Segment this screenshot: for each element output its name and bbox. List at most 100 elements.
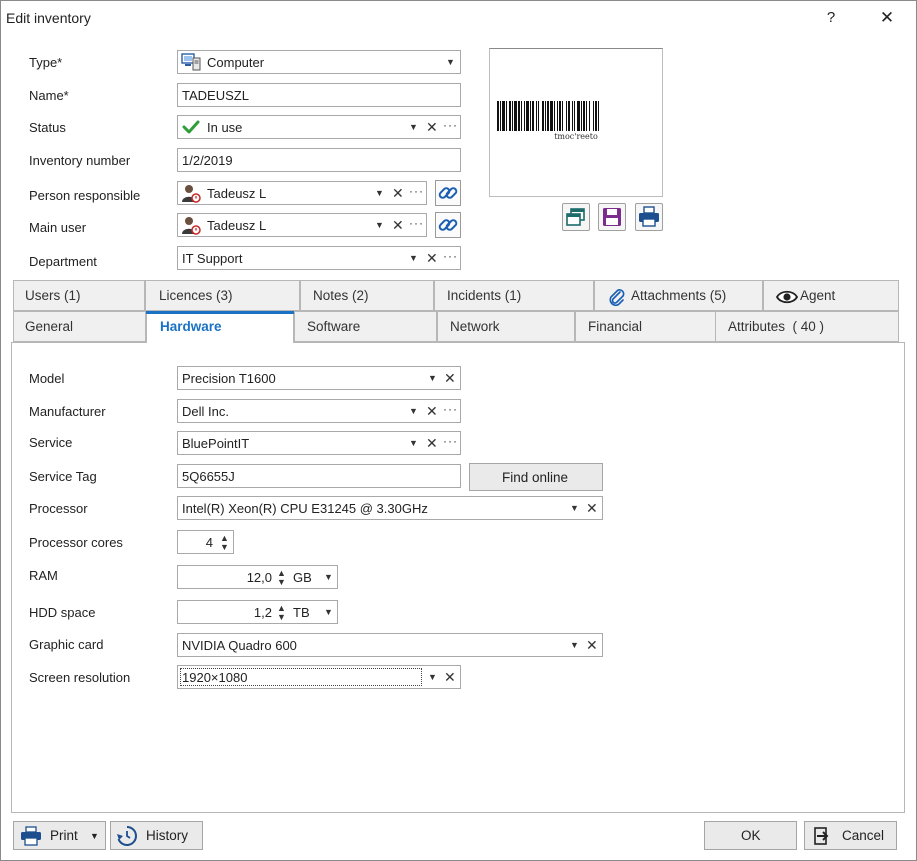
tab-notes[interactable]: Notes (2) [300, 280, 434, 311]
chevron-down-icon[interactable]: ▼ [409, 122, 418, 132]
service-select[interactable]: BluePointIT ▼ ✕ ··· [177, 431, 461, 455]
save-barcode-button[interactable] [598, 203, 626, 231]
spin-down-icon[interactable]: ▼ [277, 578, 286, 587]
barcode-bar [557, 101, 558, 131]
chevron-down-icon[interactable]: ▼ [428, 672, 437, 682]
main-user-link-button[interactable] [435, 212, 461, 238]
clear-icon[interactable]: ✕ [426, 435, 438, 452]
model-select[interactable]: Precision T1600 ▼ ✕ [177, 366, 461, 390]
find-online-button[interactable]: Find online [469, 463, 603, 491]
processor-value: Intel(R) Xeon(R) CPU E31245 @ 3.30GHz [182, 501, 428, 516]
hdd-unit[interactable]: TB [293, 605, 310, 620]
clear-icon[interactable]: ✕ [444, 370, 456, 387]
more-icon[interactable]: ··· [443, 249, 458, 263]
main-user-label: Main user [29, 220, 87, 235]
tab-attributes[interactable]: Attributes ( 40 ) [715, 311, 899, 342]
clear-icon[interactable]: ✕ [426, 250, 438, 267]
ram-unit[interactable]: GB [293, 570, 312, 585]
print-barcode-button[interactable] [635, 203, 663, 231]
more-icon[interactable]: ··· [409, 184, 424, 198]
more-icon[interactable]: ··· [443, 434, 458, 448]
clear-icon[interactable]: ✕ [444, 669, 456, 686]
clear-icon[interactable]: ✕ [392, 217, 404, 234]
clear-icon[interactable]: ✕ [426, 119, 438, 136]
tab-incidents[interactable]: Incidents (1) [434, 280, 594, 311]
chevron-down-icon[interactable]: ▼ [90, 831, 99, 841]
department-select[interactable]: IT Support ▼ ✕ ··· [177, 246, 461, 270]
chevron-down-icon[interactable]: ▼ [409, 253, 418, 263]
tab-hardware[interactable]: Hardware [146, 311, 294, 343]
help-button[interactable]: ? [818, 7, 844, 29]
clear-icon[interactable]: ✕ [392, 185, 404, 202]
inventory-number-input[interactable]: 1/2/2019 [177, 148, 461, 172]
type-select[interactable]: Computer ▼ [177, 50, 461, 74]
tab-label: Incidents (1) [447, 288, 522, 303]
history-button[interactable]: History [110, 821, 203, 850]
eye-icon [776, 290, 798, 304]
manufacturer-select[interactable]: Dell Inc. ▼ ✕ ··· [177, 399, 461, 423]
barcode-bar [500, 101, 501, 131]
copy-barcode-button[interactable] [562, 203, 590, 231]
hdd-space-stepper[interactable]: 1,2 ▲ ▼ TB ▼ [177, 600, 338, 624]
person-responsible-value: Tadeusz L [207, 186, 267, 201]
user-icon [181, 215, 201, 235]
tab-general[interactable]: General [13, 311, 146, 342]
tab-licences[interactable]: Licences (3) [145, 280, 300, 311]
screen-resolution-select[interactable]: 1920×1080 ▼ ✕ [177, 665, 461, 689]
cancel-button[interactable]: Cancel [804, 821, 897, 850]
person-responsible-link-button[interactable] [435, 180, 461, 206]
chevron-down-icon[interactable]: ▼ [446, 57, 455, 67]
ram-stepper[interactable]: 12,0 ▲ ▼ GB ▼ [177, 565, 338, 589]
processor-select[interactable]: Intel(R) Xeon(R) CPU E31245 @ 3.30GHz ▼ … [177, 496, 603, 520]
chevron-down-icon[interactable]: ▼ [375, 188, 384, 198]
tab-financial[interactable]: Financial [575, 311, 716, 342]
spin-down-icon[interactable]: ▼ [220, 543, 229, 552]
service-tag-value: 5Q6655J [182, 469, 235, 484]
barcode-bar [595, 101, 597, 131]
type-value: Computer [207, 55, 265, 70]
barcode-bar [568, 101, 570, 131]
check-icon [181, 117, 201, 137]
name-input[interactable]: TADEUSZL [177, 83, 461, 107]
more-icon[interactable]: ··· [443, 118, 458, 132]
chevron-down-icon[interactable]: ▼ [570, 640, 579, 650]
clear-icon[interactable]: ✕ [586, 637, 598, 654]
tab-attachments[interactable]: Attachments (5) [594, 280, 763, 311]
printer-icon [639, 206, 659, 227]
service-value: BluePointIT [182, 436, 250, 451]
link-icon [438, 187, 458, 199]
status-select[interactable]: In use ▼ ✕ ··· [177, 115, 461, 139]
chevron-down-icon[interactable]: ▼ [375, 220, 384, 230]
spin-down-icon[interactable]: ▼ [277, 613, 286, 622]
print-button[interactable]: Print ▼ [13, 821, 106, 850]
graphic-card-select[interactable]: NVIDIA Quadro 600 ▼ ✕ [177, 633, 603, 657]
tab-network[interactable]: Network [437, 311, 575, 342]
tab-users[interactable]: Users (1) [13, 280, 145, 311]
barcode-bar [512, 101, 513, 131]
inventory-number-value: 1/2/2019 [182, 153, 233, 168]
ok-button[interactable]: OK [704, 821, 797, 850]
close-button[interactable]: ✕ [874, 7, 900, 29]
person-responsible-select[interactable]: Tadeusz L ▼ ✕ ··· [177, 181, 427, 205]
chevron-down-icon[interactable]: ▼ [324, 607, 333, 617]
tab-label: Attachments (5) [631, 288, 727, 303]
more-icon[interactable]: ··· [443, 402, 458, 416]
service-tag-input[interactable]: 5Q6655J [177, 464, 461, 488]
more-icon[interactable]: ··· [409, 216, 424, 230]
chevron-down-icon[interactable]: ▼ [409, 438, 418, 448]
main-user-select[interactable]: Tadeusz L ▼ ✕ ··· [177, 213, 427, 237]
barcode-bar [586, 101, 587, 131]
ok-label: OK [741, 828, 761, 843]
processor-cores-stepper[interactable]: 4 ▲ ▼ [177, 530, 234, 554]
tab-agent[interactable]: Agent [763, 280, 899, 311]
barcode-bar [506, 101, 507, 131]
tab-software[interactable]: Software [294, 311, 437, 342]
chevron-down-icon[interactable]: ▼ [324, 572, 333, 582]
clear-icon[interactable]: ✕ [426, 403, 438, 420]
clear-icon[interactable]: ✕ [586, 500, 598, 517]
paperclip-icon [609, 289, 625, 307]
chevron-down-icon[interactable]: ▼ [428, 373, 437, 383]
chevron-down-icon[interactable]: ▼ [570, 503, 579, 513]
department-value: IT Support [182, 251, 243, 266]
chevron-down-icon[interactable]: ▼ [409, 406, 418, 416]
